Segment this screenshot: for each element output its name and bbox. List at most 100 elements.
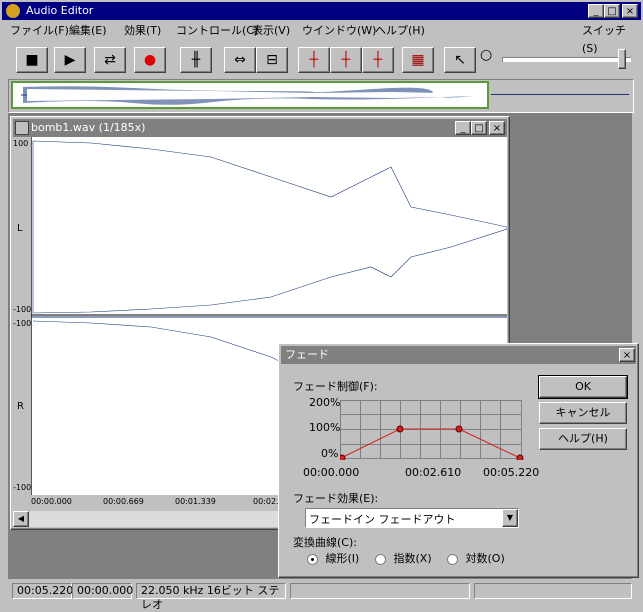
envelope-point-fadeout-start[interactable]: [455, 425, 463, 433]
cancel-button[interactable]: キャンセル: [539, 402, 627, 424]
pointer-button[interactable]: ↖: [444, 47, 476, 73]
help-button[interactable]: ヘルプ(H): [539, 428, 627, 450]
menu-control[interactable]: コントロール(C): [176, 22, 258, 40]
x-tick-end: 00:05.220: [483, 466, 540, 479]
menu-effects[interactable]: 効果(T): [124, 22, 161, 40]
play-icon: ▶: [64, 52, 76, 68]
fade-dialog-title: フェード: [285, 348, 329, 361]
marker-icon: ┼: [373, 52, 383, 68]
marker-button-3[interactable]: ┼: [362, 47, 394, 73]
edit-icon: ▦: [411, 52, 425, 68]
fade-control-label: フェード制御(F):: [293, 380, 378, 393]
time-tick-0: 00:00.000: [31, 497, 72, 506]
app-titlebar: Audio Editor _ □ ×: [2, 2, 641, 20]
fade-dialog: フェード × フェード制御(F): 200% 100% 0% 00:00.000…: [278, 343, 639, 578]
curve-option-linear[interactable]: 線形(I): [307, 550, 359, 566]
menu-switch[interactable]: スイッチ(S): [582, 22, 641, 55]
zoom-slider-track[interactable]: [502, 57, 631, 62]
fade-envelope-line: [340, 428, 521, 459]
y-tick-200: 200%: [309, 396, 341, 409]
curve-option-logarithmic[interactable]: 対数(O): [447, 550, 505, 566]
curve-option-linear-label: 線形(I): [325, 552, 360, 565]
ok-button[interactable]: OK: [538, 375, 628, 399]
ruler-label-right-channel: R: [17, 401, 24, 412]
stop-button[interactable]: ■: [16, 47, 48, 73]
curve-option-logarithmic-label: 対数(O): [465, 552, 505, 565]
doc-minimize-button[interactable]: _: [455, 121, 471, 135]
marker-icon: ┼: [309, 52, 319, 68]
mixer-icon: ╫: [191, 52, 201, 68]
pointer-icon: ↖: [454, 52, 466, 68]
y-tick-0: 0%: [321, 447, 339, 460]
marker-button-2[interactable]: ┼: [330, 47, 362, 73]
ruler-label-left-channel: L: [17, 223, 23, 234]
play-button[interactable]: ▶: [54, 47, 86, 73]
app-title: Audio Editor: [26, 4, 94, 17]
time-tick-1: 00:00.669: [103, 497, 144, 506]
fade-effect-value: フェードイン フェードアウト: [309, 513, 456, 526]
status-position: 00:00.000: [72, 583, 133, 599]
close-button[interactable]: ×: [622, 4, 638, 18]
document-icon: [15, 121, 29, 135]
doc-maximize-button[interactable]: □: [471, 121, 487, 135]
fit-window-button[interactable]: ⊟: [256, 47, 288, 73]
menu-help[interactable]: ヘルプ(H): [375, 22, 425, 40]
radio-exponential[interactable]: [375, 553, 386, 565]
status-empty-1: [290, 583, 470, 599]
radio-linear[interactable]: [307, 553, 318, 565]
status-empty-2: [474, 583, 632, 599]
status-bar: 00:05.220 00:00.000 22.050 kHz 16ビット ステレ…: [2, 582, 641, 611]
edit-button[interactable]: ▦: [402, 47, 434, 73]
time-tick-2: 00:01.339: [175, 497, 216, 506]
ruler-label-mid-bottom: -100: [13, 319, 32, 328]
fade-effect-label: フェード効果(E):: [293, 492, 379, 505]
mixer-button[interactable]: ╫: [180, 47, 212, 73]
marker-icon: ┼: [341, 52, 351, 68]
fit-window-icon: ⊟: [266, 52, 278, 68]
overview-selection[interactable]: [11, 81, 489, 109]
status-format: 22.050 kHz 16ビット ステレオ: [136, 583, 286, 611]
scroll-left-button[interactable]: ◀: [13, 511, 29, 527]
record-icon: ●: [143, 52, 157, 68]
zoom-slider-thumb[interactable]: [618, 49, 626, 69]
doc-close-button[interactable]: ×: [489, 121, 505, 135]
fade-envelope-graph[interactable]: [340, 400, 524, 460]
maximize-button[interactable]: □: [604, 4, 620, 18]
ruler-label-top: 100: [13, 139, 29, 148]
fade-dialog-titlebar: フェード ×: [281, 346, 636, 364]
curve-option-exponential[interactable]: 指数(X): [375, 550, 432, 566]
status-length: 00:05.220: [12, 583, 73, 599]
fit-horizontal-icon: ⇔: [234, 52, 246, 68]
overview-panel[interactable]: [8, 79, 634, 113]
toolbar: ■ ▶ ⇄ ● ╫ ⇔ ⊟ ┼ ┼ ┼ ▦ ↖ ○: [10, 47, 640, 73]
zoom-icon: ○: [480, 47, 493, 63]
app-icon: [6, 4, 20, 18]
envelope-point-fadein-end[interactable]: [396, 425, 404, 433]
document-title: bomb1.wav (1/185x): [31, 121, 146, 134]
x-tick-mid: 00:02.610: [405, 466, 462, 479]
loop-play-button[interactable]: ⇄: [94, 47, 126, 73]
menu-edit[interactable]: 編集(E): [69, 22, 107, 40]
amplitude-ruler: 100 L -100 -100 R -100: [13, 137, 31, 495]
envelope-point-end[interactable]: [516, 454, 524, 460]
document-titlebar: bomb1.wav (1/185x) _ □ ×: [13, 119, 507, 137]
record-button[interactable]: ●: [134, 47, 166, 73]
stop-icon: ■: [25, 52, 39, 68]
minimize-button[interactable]: _: [588, 4, 604, 18]
overview-tail-line: [491, 94, 629, 95]
menu-bar: ファイル(F) 編集(E) 効果(T) コントロール(C) 表示(V) ウインド…: [2, 22, 641, 55]
radio-logarithmic[interactable]: [447, 553, 458, 565]
envelope-point-start[interactable]: [340, 454, 346, 460]
menu-view[interactable]: 表示(V): [252, 22, 290, 40]
fade-dialog-close-button[interactable]: ×: [619, 348, 635, 362]
fade-effect-select[interactable]: フェードイン フェードアウト ▼: [305, 508, 519, 528]
fit-horizontal-button[interactable]: ⇔: [224, 47, 256, 73]
menu-window[interactable]: ウインドウ(W): [302, 22, 376, 40]
x-tick-start: 00:00.000: [303, 466, 360, 479]
dropdown-arrow-icon[interactable]: ▼: [502, 509, 518, 527]
curve-option-exponential-label: 指数(X): [393, 552, 432, 565]
menu-file[interactable]: ファイル(F): [10, 22, 69, 40]
marker-button-1[interactable]: ┼: [298, 47, 330, 73]
ruler-label-mid-top: -100: [13, 305, 32, 314]
curve-label: 変換曲線(C):: [293, 536, 357, 549]
